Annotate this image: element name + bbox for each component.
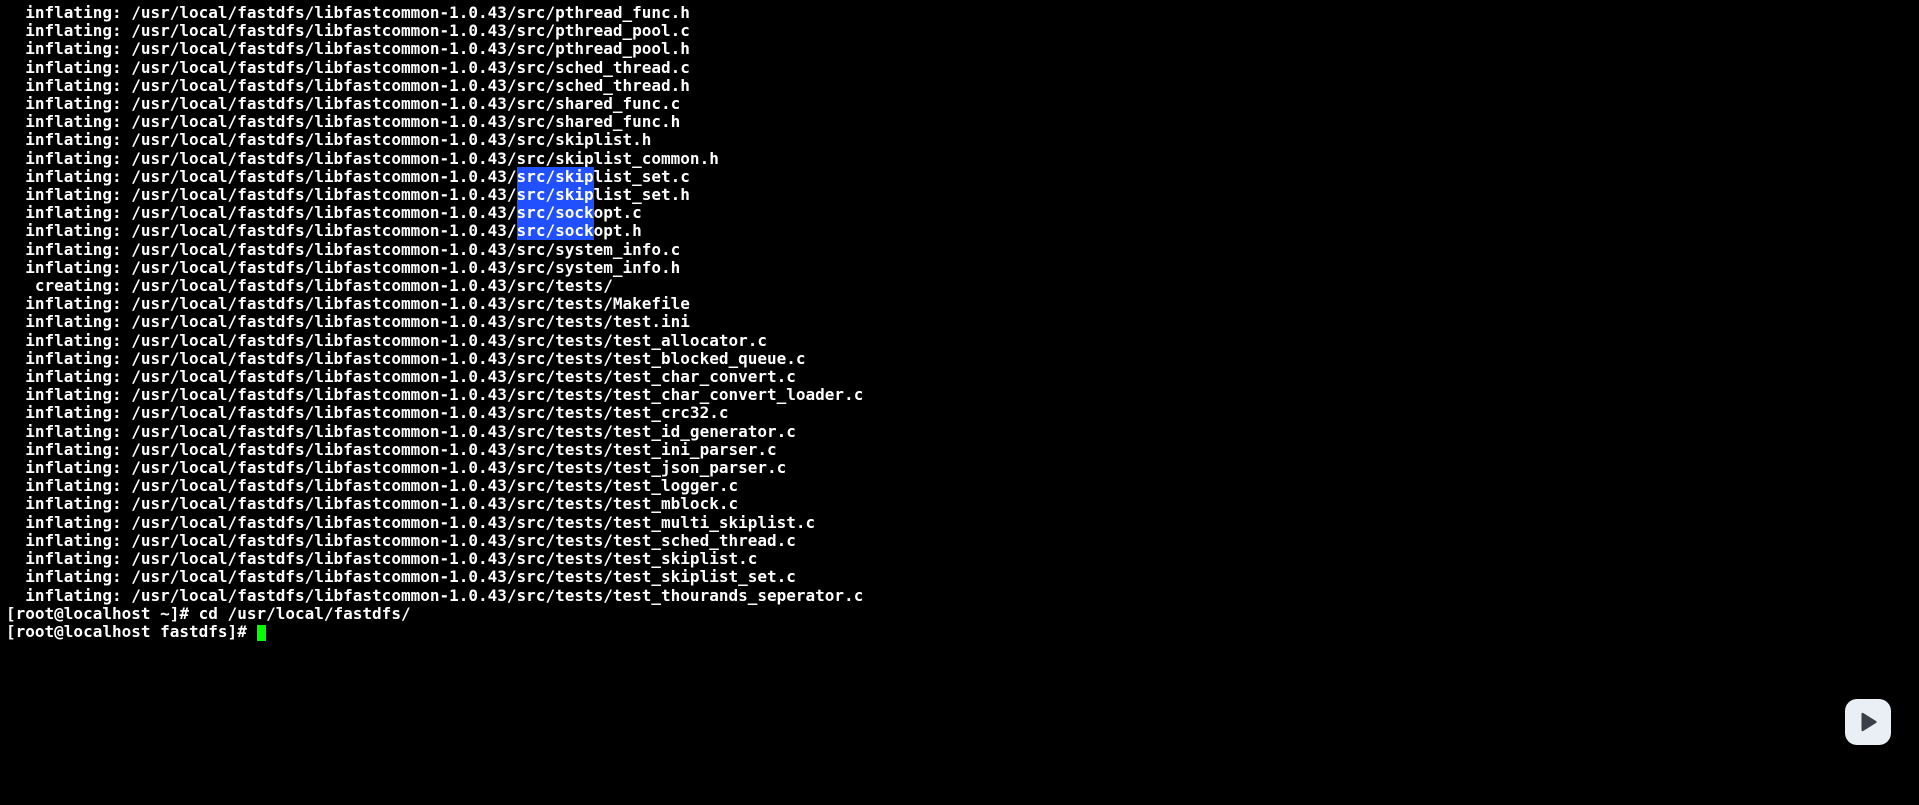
output-line: inflating: /usr/local/fastdfs/libfastcom…: [6, 368, 1913, 386]
output-line: inflating: /usr/local/fastdfs/libfastcom…: [6, 550, 1913, 568]
output-line: inflating: /usr/local/fastdfs/libfastcom…: [6, 95, 1913, 113]
output-line: inflating: /usr/local/fastdfs/libfastcom…: [6, 222, 1913, 240]
output-line: inflating: /usr/local/fastdfs/libfastcom…: [6, 77, 1913, 95]
output-line: inflating: /usr/local/fastdfs/libfastcom…: [6, 22, 1913, 40]
output-line: inflating: /usr/local/fastdfs/libfastcom…: [6, 150, 1913, 168]
output-line: inflating: /usr/local/fastdfs/libfastcom…: [6, 113, 1913, 131]
output-line: inflating: /usr/local/fastdfs/libfastcom…: [6, 295, 1913, 313]
output-line: inflating: /usr/local/fastdfs/libfastcom…: [6, 423, 1913, 441]
output-line: inflating: /usr/local/fastdfs/libfastcom…: [6, 495, 1913, 513]
output-line: inflating: /usr/local/fastdfs/libfastcom…: [6, 532, 1913, 550]
output-line: inflating: /usr/local/fastdfs/libfastcom…: [6, 514, 1913, 532]
output-line: inflating: /usr/local/fastdfs/libfastcom…: [6, 40, 1913, 58]
terminal-output[interactable]: inflating: /usr/local/fastdfs/libfastcom…: [0, 0, 1919, 641]
output-line: inflating: /usr/local/fastdfs/libfastcom…: [6, 59, 1913, 77]
output-line: inflating: /usr/local/fastdfs/libfastcom…: [6, 204, 1913, 222]
output-line: inflating: /usr/local/fastdfs/libfastcom…: [6, 332, 1913, 350]
video-play-overlay-icon[interactable]: [1845, 699, 1891, 745]
output-line: inflating: /usr/local/fastdfs/libfastcom…: [6, 313, 1913, 331]
output-line: inflating: /usr/local/fastdfs/libfastcom…: [6, 259, 1913, 277]
output-line: inflating: /usr/local/fastdfs/libfastcom…: [6, 404, 1913, 422]
output-line: inflating: /usr/local/fastdfs/libfastcom…: [6, 459, 1913, 477]
output-line: inflating: /usr/local/fastdfs/libfastcom…: [6, 168, 1913, 186]
cursor: [257, 625, 266, 641]
output-line: inflating: /usr/local/fastdfs/libfastcom…: [6, 350, 1913, 368]
output-line: inflating: /usr/local/fastdfs/libfastcom…: [6, 477, 1913, 495]
output-line: inflating: /usr/local/fastdfs/libfastcom…: [6, 386, 1913, 404]
output-line: inflating: /usr/local/fastdfs/libfastcom…: [6, 186, 1913, 204]
output-line: inflating: /usr/local/fastdfs/libfastcom…: [6, 241, 1913, 259]
prompt-line[interactable]: [root@localhost fastdfs]#: [6, 623, 1913, 641]
output-line: inflating: /usr/local/fastdfs/libfastcom…: [6, 587, 1913, 605]
output-line: inflating: /usr/local/fastdfs/libfastcom…: [6, 4, 1913, 22]
output-line: creating: /usr/local/fastdfs/libfastcomm…: [6, 277, 1913, 295]
output-line: inflating: /usr/local/fastdfs/libfastcom…: [6, 568, 1913, 586]
output-line: inflating: /usr/local/fastdfs/libfastcom…: [6, 131, 1913, 149]
output-line: inflating: /usr/local/fastdfs/libfastcom…: [6, 441, 1913, 459]
prompt-line[interactable]: [root@localhost ~]# cd /usr/local/fastdf…: [6, 605, 1913, 623]
